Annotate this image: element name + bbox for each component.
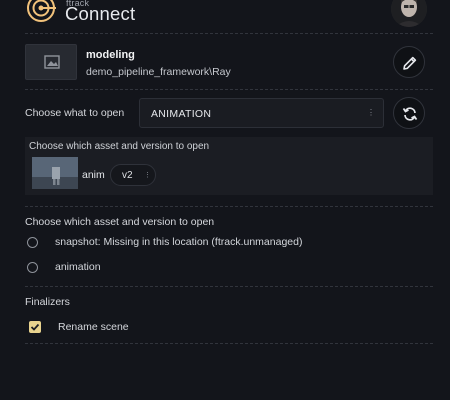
context-path: demo_pipeline_framework\Ray [86, 66, 231, 78]
user-avatar[interactable] [391, 0, 427, 27]
brand-name: Connect [65, 3, 136, 24]
refresh-button[interactable] [393, 97, 425, 129]
rename-scene-checkbox[interactable] [29, 321, 41, 333]
ftrack-logo-icon [27, 0, 56, 22]
asset-divider [25, 206, 433, 207]
radio-button[interactable] [27, 237, 38, 248]
header-divider [25, 33, 433, 34]
image-placeholder-icon [44, 55, 60, 69]
refresh-icon [402, 107, 418, 121]
asset-panel-label: Choose which asset and version to open [29, 141, 210, 152]
asset-thumbnail[interactable] [32, 157, 78, 189]
component-option-label: animation [55, 261, 101, 273]
components-label: Choose which asset and version to open [25, 216, 215, 228]
context-title: modeling [86, 49, 135, 61]
component-option-label: snapshot: Missing in this location (ftra… [55, 236, 303, 248]
context-thumbnail [25, 44, 77, 80]
open-type-selected: ANIMATION [151, 108, 212, 120]
edit-context-button[interactable] [393, 46, 425, 78]
context-row: modeling demo_pipeline_framework\Ray [25, 44, 425, 80]
checkmark-icon [30, 323, 40, 331]
asset-version-panel: Choose which asset and version to open a… [25, 137, 433, 195]
pencil-icon [403, 56, 417, 70]
rename-scene-label: Rename scene [58, 321, 129, 333]
finalizers-divider [25, 343, 433, 344]
context-divider [25, 89, 433, 90]
open-type-select[interactable]: ANIMATION ⋮ [139, 98, 384, 128]
chevron-down-icon: ⋮ [144, 172, 151, 179]
components-divider [25, 286, 433, 287]
asset-name: anim [82, 169, 105, 181]
version-value: v2 [122, 170, 133, 181]
finalizers-label: Finalizers [25, 296, 70, 308]
app-header: ftrack Connect [0, 0, 450, 30]
radio-button[interactable] [27, 262, 38, 273]
chevron-down-icon: ⋮ [367, 108, 375, 117]
version-select[interactable]: v2 ⋮ [110, 164, 156, 186]
open-label: Choose what to open [25, 107, 125, 119]
